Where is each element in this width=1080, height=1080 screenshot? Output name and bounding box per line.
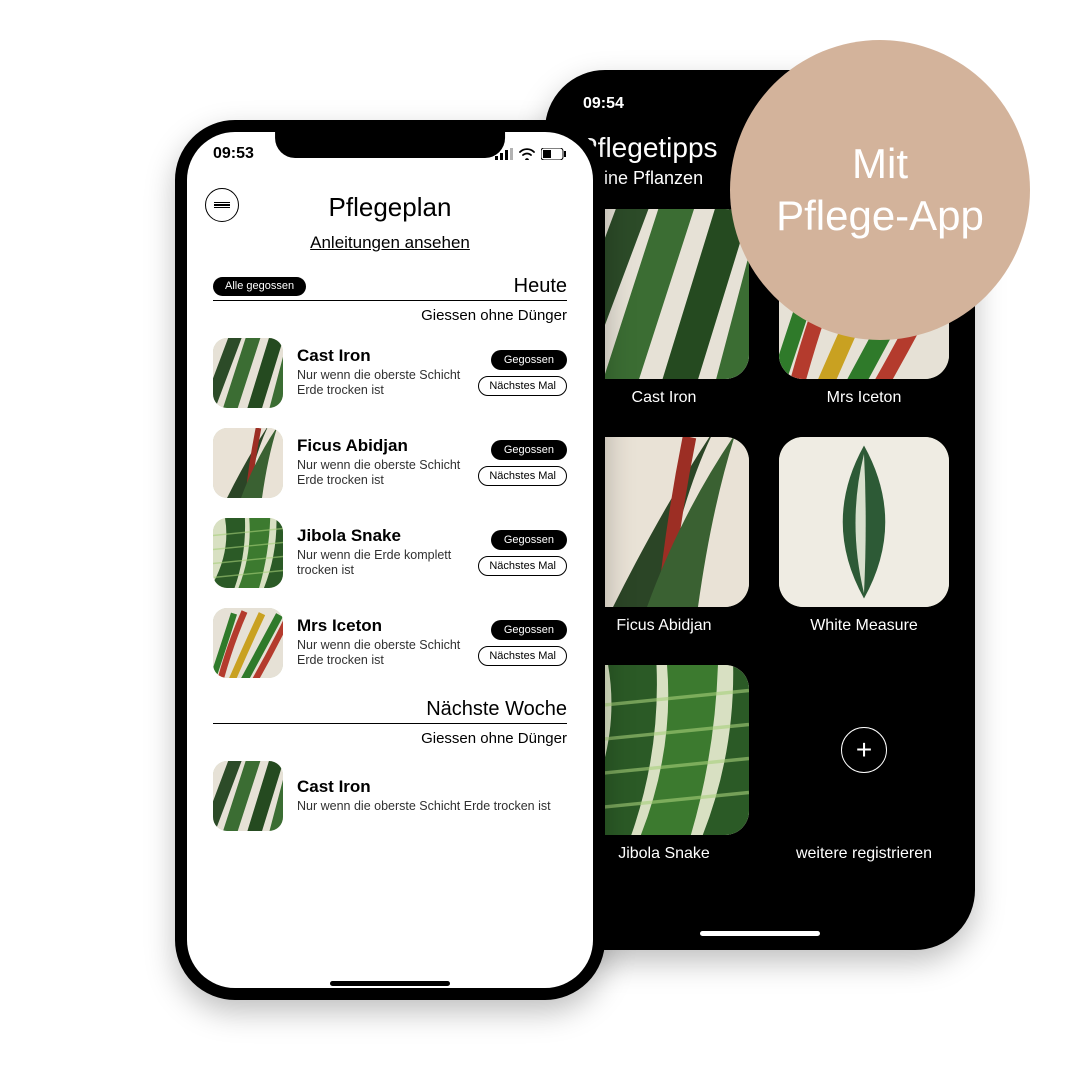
- page-title: Pflegeplan: [213, 192, 567, 223]
- watered-button[interactable]: Gegossen: [491, 440, 567, 460]
- menu-button[interactable]: [205, 188, 239, 222]
- plant-row: Ficus Abidjan Nur wenn die oberste Schic…: [213, 428, 567, 498]
- watered-button[interactable]: Gegossen: [491, 530, 567, 550]
- next-time-button[interactable]: Nächstes Mal: [478, 466, 567, 486]
- plant-thumb[interactable]: [213, 428, 283, 498]
- section-header-nextweek: Nächste Woche: [213, 698, 567, 724]
- phone-front: 09:53 Pflegeplan Anleitungen ansehen All…: [175, 120, 605, 1000]
- tile-add-plant[interactable]: + weitere registrieren: [779, 665, 949, 863]
- plant-row: Mrs Iceton Nur wenn die oberste Schicht …: [213, 608, 567, 678]
- plant-name: Cast Iron: [297, 347, 464, 366]
- watered-button[interactable]: Gegossen: [491, 350, 567, 370]
- tile-label: Mrs Iceton: [827, 389, 902, 407]
- plant-name: Mrs Iceton: [297, 617, 464, 636]
- status-time: 09:54: [583, 95, 624, 113]
- plant-thumb[interactable]: [213, 608, 283, 678]
- plant-name: Ficus Abidjan: [297, 437, 464, 456]
- plant-thumb[interactable]: [213, 338, 283, 408]
- home-indicator: [330, 981, 450, 986]
- plant-thumb[interactable]: [213, 518, 283, 588]
- promo-text: Mit Pflege-App: [776, 138, 984, 243]
- section-title: Heute: [514, 275, 567, 298]
- plant-row: Jibola Snake Nur wenn die Erde komplett …: [213, 518, 567, 588]
- plant-desc: Nur wenn die Erde komplett trocken ist: [297, 548, 464, 579]
- plant-row: Cast Iron Nur wenn die oberste Schicht E…: [213, 338, 567, 408]
- battery-icon: [541, 148, 567, 160]
- plant-desc: Nur wenn die oberste Schicht Erde trocke…: [297, 799, 567, 815]
- plant-desc: Nur wenn die oberste Schicht Erde trocke…: [297, 458, 464, 489]
- plant-name: Cast Iron: [297, 778, 567, 797]
- section-subtitle: Giessen ohne Dünger: [213, 307, 567, 324]
- tile-label: Jibola Snake: [618, 845, 710, 863]
- plant-name: Jibola Snake: [297, 527, 464, 546]
- plant-row: Cast Iron Nur wenn die oberste Schicht E…: [213, 761, 567, 831]
- next-time-button[interactable]: Nächstes Mal: [478, 376, 567, 396]
- plant-desc: Nur wenn die oberste Schicht Erde trocke…: [297, 638, 464, 669]
- watered-button[interactable]: Gegossen: [491, 620, 567, 640]
- plus-icon: +: [841, 727, 887, 773]
- all-watered-badge[interactable]: Alle gegossen: [213, 277, 306, 296]
- tile-label: Cast Iron: [632, 389, 697, 407]
- next-time-button[interactable]: Nächstes Mal: [478, 646, 567, 666]
- tile-label: weitere registrieren: [796, 845, 932, 863]
- wifi-icon: [519, 148, 535, 160]
- instructions-link[interactable]: Anleitungen ansehen: [213, 233, 567, 253]
- section-subtitle: Giessen ohne Dünger: [213, 730, 567, 747]
- plant-thumb[interactable]: [213, 761, 283, 831]
- plant-desc: Nur wenn die oberste Schicht Erde trocke…: [297, 368, 464, 399]
- next-time-button[interactable]: Nächstes Mal: [478, 556, 567, 576]
- section-header-today: Alle gegossen Heute: [213, 275, 567, 301]
- status-icons: [495, 148, 567, 160]
- notch: [275, 126, 505, 158]
- home-indicator: [700, 931, 820, 936]
- tile-white-measure[interactable]: White Measure: [779, 437, 949, 635]
- tile-label: Ficus Abidjan: [616, 617, 711, 635]
- status-time: 09:53: [213, 145, 254, 163]
- tile-label: White Measure: [810, 617, 918, 635]
- section-title: Nächste Woche: [426, 698, 567, 721]
- promo-badge: Mit Pflege-App: [730, 40, 1030, 340]
- hamburger-icon: [214, 201, 230, 210]
